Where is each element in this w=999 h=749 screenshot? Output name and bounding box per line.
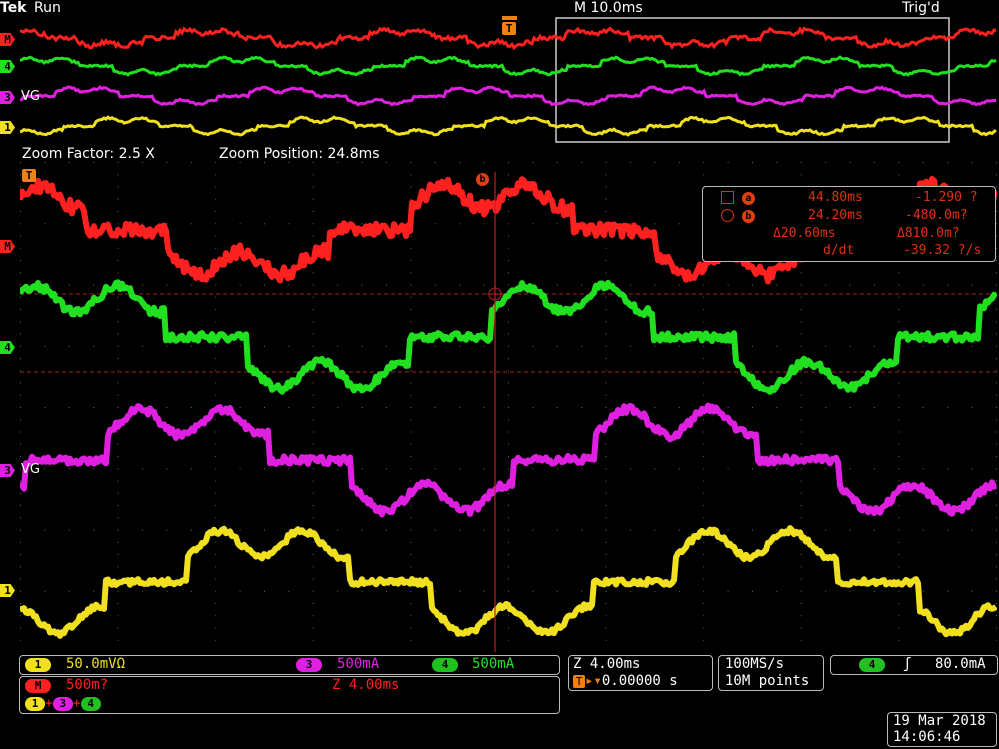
overview-ch3-marker[interactable]: 3: [0, 91, 15, 104]
date-readout: 19 Mar 2018: [893, 713, 986, 729]
zoom-ch3-marker[interactable]: 3: [0, 464, 15, 477]
ch4-badge[interactable]: 4: [432, 658, 458, 672]
cursor-delta-value: Δ810.0m?: [897, 226, 960, 241]
math-panel[interactable]: M 500m? Z 4.00ms 1 +3 +4: [19, 676, 560, 714]
zoom-ch1-marker[interactable]: 1: [0, 584, 15, 597]
ch1-badge[interactable]: 1: [25, 658, 51, 672]
zoom-ch3-label: VG: [21, 462, 40, 477]
cursor-delta-time: Δ20.60ms: [773, 226, 836, 241]
trigger-panel[interactable]: 4 ʃ 80.0mA: [830, 655, 998, 675]
channel-scale-panel[interactable]: 1 50.0mVΩ 3 500mA 4 500mA: [19, 655, 560, 675]
math-expression: 1 +3 +4: [25, 696, 101, 711]
cursor-a-time: 44.80ms: [808, 190, 863, 205]
overview-trigger-marker[interactable]: T: [502, 16, 517, 36]
timebase-readout: M 10.0ms: [574, 0, 643, 16]
status-header: Tek Run M 10.0ms Trig'd: [0, 0, 999, 17]
overview-ch3-label: VG: [21, 89, 40, 104]
trigger-status: Trig'd: [902, 0, 940, 16]
math-badge[interactable]: M: [25, 679, 51, 693]
trigger-position: T ▸▾0.00000 s: [573, 673, 678, 689]
zoom-trigger-marker[interactable]: T: [22, 169, 36, 182]
math-scale: 500m?: [66, 677, 108, 693]
horizontal-panel[interactable]: Z 4.00ms T ▸▾0.00000 s: [568, 655, 713, 691]
cursor-ddt-label: d/dt: [823, 243, 854, 258]
zoom-timescale: Z 4.00ms: [573, 656, 640, 672]
cursor-b-time: 24.20ms: [808, 208, 863, 223]
acquisition-state: Run: [34, 0, 61, 16]
sample-rate: 100MS/s: [725, 656, 784, 672]
acquisition-panel[interactable]: 100MS/s 10M points: [718, 655, 824, 691]
datetime-panel: 19 Mar 2018 14:06:46: [887, 712, 997, 747]
cursor-b-value: -480.0m?: [905, 208, 968, 223]
cursor-b-indicator: b: [721, 208, 755, 223]
cursor-a-value: -1.290 ?: [915, 190, 978, 205]
overview-ch4-marker[interactable]: 4: [0, 60, 15, 73]
ch3-badge[interactable]: 3: [296, 658, 322, 672]
record-length: 10M points: [725, 673, 809, 689]
cursor-ddt-value: -39.32 ?/s: [903, 243, 981, 258]
trigger-source-badge[interactable]: 4: [859, 658, 885, 672]
math-zoom-scale: Z 4.00ms: [332, 677, 399, 693]
cursor-a-indicator: a: [721, 190, 755, 205]
trigger-slope-icon: ʃ: [903, 656, 911, 672]
time-readout: 14:06:46: [893, 729, 960, 745]
zoom-info-bar: Zoom Factor: 2.5 X Zoom Position: 24.8ms: [0, 146, 999, 163]
zoom-position: Zoom Position: 24.8ms: [219, 146, 380, 162]
zoom-math-marker[interactable]: M: [0, 240, 15, 253]
cursor-readout-panel[interactable]: a 44.80ms -1.290 ? b 24.20ms -480.0m? Δ2…: [702, 186, 996, 262]
ch4-scale: 500mA: [472, 656, 514, 672]
ch3-scale: 500mA: [337, 656, 379, 672]
trigger-level: 80.0mA: [935, 656, 986, 672]
ch1-scale: 50.0mVΩ: [66, 656, 125, 672]
overview-math-marker[interactable]: M: [0, 33, 15, 46]
zoom-ch4-marker[interactable]: 4: [0, 341, 15, 354]
zoom-factor: Zoom Factor: 2.5 X: [22, 146, 155, 162]
brand-logo: Tek: [0, 0, 27, 16]
overview-ch1-marker[interactable]: 1: [0, 121, 15, 134]
cursor-b-marker[interactable]: b: [476, 167, 489, 186]
